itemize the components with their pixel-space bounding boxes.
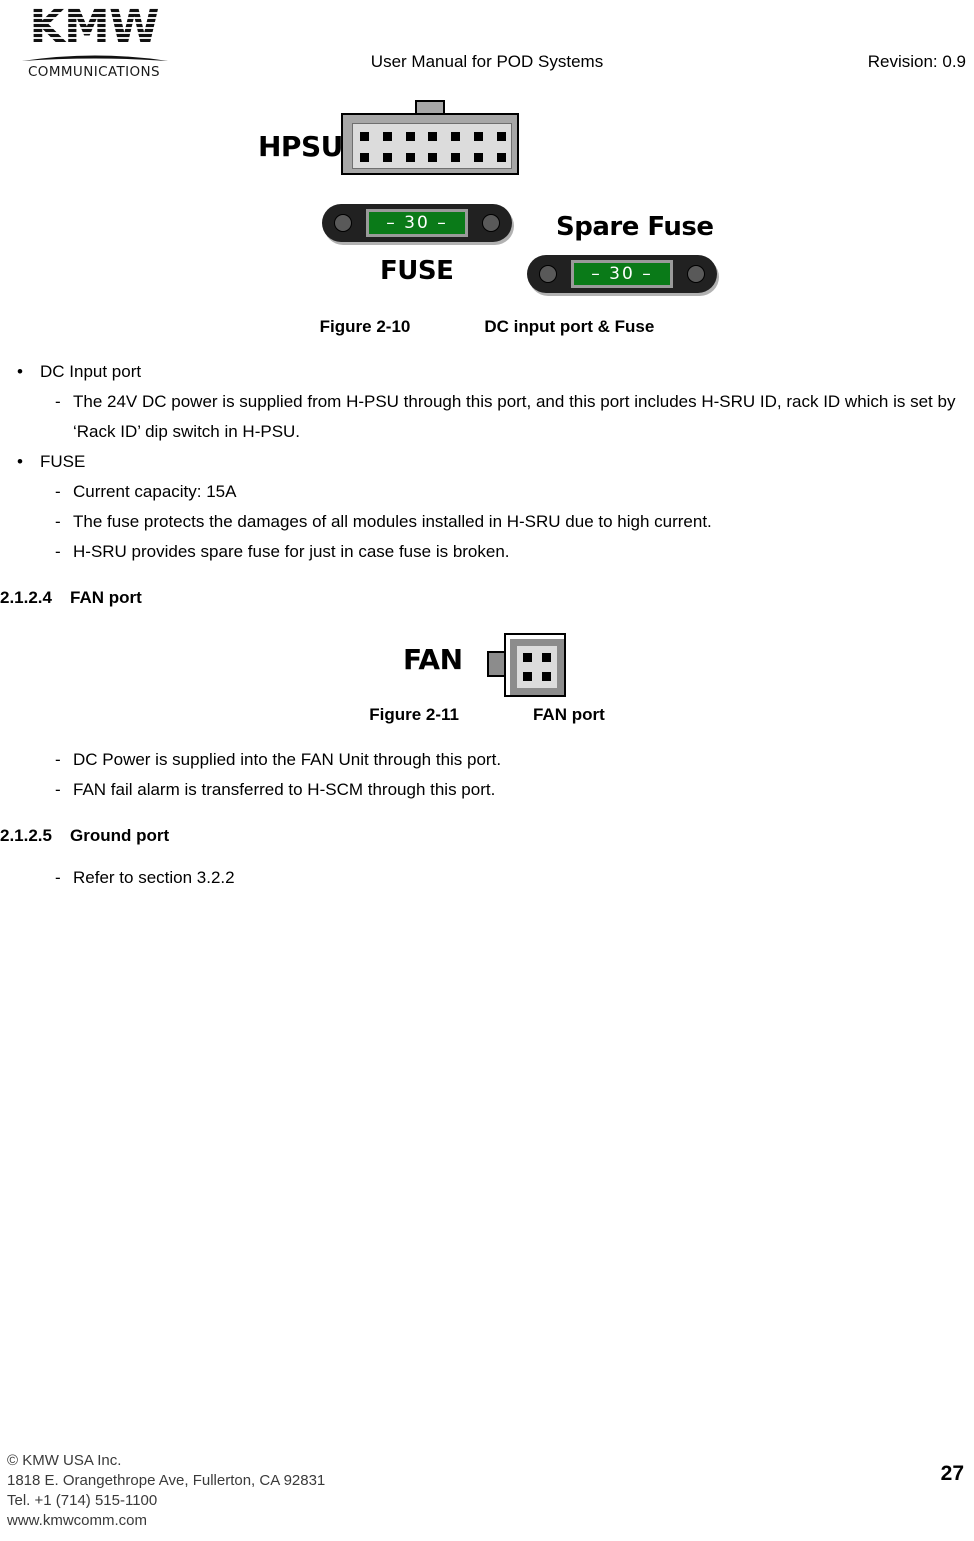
footer-address-block: © KMW USA Inc. 1818 E. Orangethrope Ave,… xyxy=(7,1451,325,1531)
figure-2-11-caption: Figure 2-11 FAN port xyxy=(0,705,974,725)
hpsu-pin xyxy=(405,153,415,162)
heading-fan-port: 2.1.2.4 FAN port xyxy=(0,583,974,613)
list-item-fuse: • FUSE xyxy=(0,447,974,477)
hpsu-label: HPSU xyxy=(258,130,343,163)
list-item-label: DC Power is supplied into the FAN Unit t… xyxy=(73,750,502,769)
fuse-mount-hole-right xyxy=(687,265,705,283)
spare-fuse-rating-text: – 30 – xyxy=(591,263,653,284)
fan-label: FAN xyxy=(403,643,463,676)
logo-mark: KMW xyxy=(14,4,174,56)
fan-connector-frame xyxy=(510,639,564,695)
hpsu-pin xyxy=(428,153,438,162)
footer-telephone: Tel. +1 (714) 515-1100 xyxy=(7,1492,158,1509)
fan-pin xyxy=(523,672,532,681)
figure-2-10-graphic: HPSU – 30 – FUSE Spare Fuse – 30 – xyxy=(0,92,974,317)
list-item-label: The 24V DC power is supplied from H-PSU … xyxy=(73,392,956,441)
bullet-marker-icon: • xyxy=(17,362,23,381)
list-item-ground-detail: - Refer to section 3.2.2 xyxy=(0,863,974,893)
figure-2-11-caption-number: Figure 2-11 xyxy=(369,705,459,724)
list-item-fuse-detail: - The fuse protects the damages of all m… xyxy=(0,507,974,537)
figure-2-10-caption-number: Figure 2-10 xyxy=(319,317,411,336)
list-item-label: Current capacity: 15A xyxy=(73,482,237,501)
hpsu-pin xyxy=(405,132,415,141)
list-item-label: Refer to section 3.2.2 xyxy=(73,868,235,887)
page-number: 27 xyxy=(940,1462,964,1485)
figure-2-11-graphic: FAN xyxy=(0,625,974,705)
header-title: User Manual for POD Systems xyxy=(370,52,604,71)
hpsu-pin xyxy=(474,153,484,162)
main-fuse-graphic: – 30 – xyxy=(322,204,512,242)
fan-connector-body xyxy=(504,633,566,697)
dash-marker-icon: - xyxy=(55,780,61,799)
header-revision: Revision: 0.9 xyxy=(867,52,966,71)
fan-pin xyxy=(542,653,551,662)
page-footer: © KMW USA Inc. 1818 E. Orangethrope Ave,… xyxy=(0,1441,974,1541)
hpsu-pin-row-bottom xyxy=(353,153,513,162)
hpsu-connector-body xyxy=(341,113,519,175)
dash-marker-icon: - xyxy=(55,512,61,531)
document-page: KMW COMMUNICATIONS User Manual for POD S… xyxy=(0,0,974,1541)
fan-connector-cavity xyxy=(517,646,557,688)
list-item-fuse-detail: - Current capacity: 15A xyxy=(0,477,974,507)
list-item-fan-detail: - FAN fail alarm is transferred to H-SCM… xyxy=(0,775,974,805)
heading-title: Ground port xyxy=(70,826,170,845)
list-item-fan-detail: - DC Power is supplied into the FAN Unit… xyxy=(0,745,974,775)
hpsu-pin xyxy=(428,132,438,141)
list-item-dc-input-detail: - The 24V DC power is supplied from H-PS… xyxy=(0,387,974,447)
spare-fuse-label: Spare Fuse xyxy=(556,212,714,242)
list-item-dc-input-port: • DC Input port xyxy=(0,357,974,387)
heading-number: 2.1.2.5 xyxy=(0,826,52,845)
fan-pin xyxy=(542,672,551,681)
footer-website[interactable]: www.kmwcomm.com xyxy=(7,1511,325,1531)
hpsu-pin xyxy=(359,153,369,162)
hpsu-connector-group: HPSU xyxy=(258,100,528,182)
kmw-logo: KMW COMMUNICATIONS xyxy=(14,4,174,84)
list-item-label: The fuse protects the damages of all mod… xyxy=(73,512,712,531)
hpsu-pin xyxy=(382,132,392,141)
fuse-mount-hole-left xyxy=(539,265,557,283)
figure-2-11-caption-text: FAN port xyxy=(532,705,605,724)
heading-ground-port: 2.1.2.5 Ground port xyxy=(0,821,974,851)
fuse-mount-hole-right xyxy=(482,214,500,232)
hpsu-pin-row-top xyxy=(353,132,513,141)
list-item-label: H-SRU provides spare fuse for just in ca… xyxy=(73,542,510,561)
dash-marker-icon: - xyxy=(55,542,61,561)
dash-marker-icon: - xyxy=(55,392,61,411)
dash-marker-icon: - xyxy=(55,482,61,501)
hpsu-pin xyxy=(474,132,484,141)
footer-copyright: © KMW USA Inc. xyxy=(7,1452,122,1469)
figure-2-10-caption: Figure 2-10 DC input port & Fuse xyxy=(0,317,974,337)
fuse-mount-hole-left xyxy=(334,214,352,232)
fan-pin xyxy=(523,653,532,662)
hpsu-pin xyxy=(382,153,392,162)
footer-address: 1818 E. Orangethrope Ave, Fullerton, CA … xyxy=(7,1472,326,1489)
page-content: HPSU – 30 – FUSE Spare Fuse – 30 – Figur… xyxy=(0,92,974,893)
hpsu-pin xyxy=(496,132,506,141)
dash-marker-icon: - xyxy=(55,868,61,887)
fuse-label: FUSE xyxy=(380,256,454,286)
figure-2-10-caption-text: DC input port & Fuse xyxy=(484,317,655,336)
fuse-window: – 30 – xyxy=(366,209,468,237)
fuse-window: – 30 – xyxy=(571,260,673,288)
page-header: KMW COMMUNICATIONS User Manual for POD S… xyxy=(0,0,974,92)
fan-connector-group xyxy=(487,633,567,697)
hpsu-pin xyxy=(359,132,369,141)
hpsu-pin xyxy=(496,153,506,162)
logo-wordmark: KMW xyxy=(29,4,159,53)
bullet-marker-icon: • xyxy=(17,452,23,471)
hpsu-pin xyxy=(451,153,461,162)
heading-title: FAN port xyxy=(70,588,142,607)
list-item-fuse-detail: - H-SRU provides spare fuse for just in … xyxy=(0,537,974,567)
hpsu-pin xyxy=(451,132,461,141)
list-item-label: FUSE xyxy=(40,452,86,471)
fuse-rating-text: – 30 – xyxy=(386,212,448,233)
dash-marker-icon: - xyxy=(55,750,61,769)
heading-number: 2.1.2.4 xyxy=(0,588,52,607)
hpsu-connector-tab xyxy=(415,100,445,114)
list-item-label: DC Input port xyxy=(40,362,142,381)
spare-fuse-graphic: – 30 – xyxy=(527,255,717,293)
hpsu-connector-cavity xyxy=(352,123,512,169)
list-item-label: FAN fail alarm is transferred to H-SCM t… xyxy=(73,780,496,799)
